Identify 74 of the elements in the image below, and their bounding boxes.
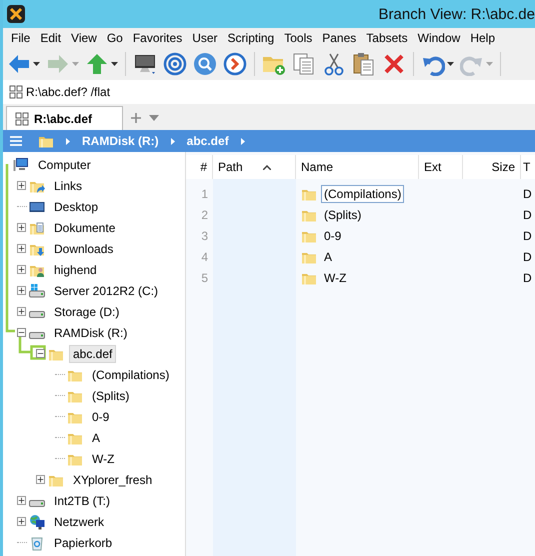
expander-icon[interactable]	[17, 517, 26, 526]
tree-item[interactable]: RAMDisk (R:)	[50, 324, 132, 342]
tree-item[interactable]: Int2TB (T:)	[50, 492, 114, 510]
expander-icon[interactable]	[17, 244, 26, 253]
tree-item[interactable]: (Splits)	[88, 386, 134, 404]
tree-item[interactable]: Server 2012R2 (C:)	[50, 282, 162, 300]
address-bar[interactable]: R:\abc.def? /flat	[3, 80, 535, 104]
menu-item[interactable]: Tabsets	[361, 30, 413, 44]
tree-item[interactable]: Dokumente	[50, 218, 120, 236]
window-title: Branch View: R:\abc.de	[378, 6, 535, 22]
caret-icon	[33, 62, 40, 66]
tree-item[interactable]: Downloads	[50, 240, 118, 258]
menu-item[interactable]: File	[6, 30, 36, 44]
tree-item[interactable]: (Compilations)	[88, 366, 174, 384]
tree-item[interactable]: A	[88, 428, 104, 446]
file-name[interactable]: A	[321, 248, 336, 266]
menu-item[interactable]: Go	[102, 30, 128, 44]
expander-icon[interactable]	[36, 349, 45, 358]
expander-icon[interactable]	[17, 181, 26, 190]
menu-icon[interactable]	[10, 136, 22, 146]
plus-icon[interactable]	[131, 113, 142, 123]
tab[interactable]: R:\abc.def	[6, 106, 124, 130]
file-name[interactable]: W-Z	[321, 268, 350, 286]
table-cell-text: D	[522, 186, 533, 200]
table-cell-text: D	[522, 250, 533, 264]
tree-item[interactable]: highend	[50, 260, 101, 278]
tree-item[interactable]: Storage (D:)	[50, 302, 124, 320]
menu-item[interactable]: Help	[465, 30, 500, 44]
menu-item[interactable]: User	[187, 30, 223, 44]
menu-item[interactable]: Scripting	[222, 30, 280, 44]
table-cell-text: D	[522, 208, 533, 222]
chevron-icon[interactable]	[240, 138, 245, 144]
row-number: 3	[200, 228, 209, 242]
caret-icon	[486, 62, 493, 66]
chevron-icon[interactable]	[66, 138, 70, 144]
caret-icon[interactable]	[149, 115, 160, 121]
branch-view-icon	[9, 85, 23, 99]
tree-item[interactable]: abc.def	[69, 344, 116, 362]
menu-item[interactable]: Panes	[317, 30, 362, 44]
menu-item[interactable]: View	[66, 30, 102, 44]
branch-view-icon	[15, 112, 29, 126]
caret-icon	[72, 62, 79, 66]
menu-item[interactable]: Window	[412, 30, 466, 44]
tree-item[interactable]: XYplorer_fresh	[69, 470, 156, 488]
tree-item[interactable]: Desktop	[50, 198, 102, 216]
tree-item[interactable]: W-Z	[88, 450, 118, 468]
caret-icon	[111, 62, 118, 66]
chevron-icon[interactable]	[170, 138, 175, 144]
caret-icon	[447, 62, 454, 66]
expander-icon[interactable]	[17, 265, 26, 274]
menu-item[interactable]: Edit	[35, 30, 66, 44]
tree-item[interactable]: 0-9	[88, 408, 114, 426]
table-cell-text: D	[522, 228, 533, 242]
expander-icon[interactable]	[36, 475, 45, 484]
file-name[interactable]: 0-9	[321, 226, 344, 244]
file-name[interactable]: (Compilations)	[321, 184, 404, 202]
row-number: 5	[200, 270, 209, 284]
expander-icon[interactable]	[17, 286, 26, 295]
expander-icon[interactable]	[17, 496, 26, 505]
file-name[interactable]: (Splits)	[321, 206, 364, 224]
app-icon	[7, 5, 25, 23]
expander-icon[interactable]	[17, 307, 26, 316]
tree-item[interactable]: Netzwerk	[50, 512, 108, 530]
row-number: 1	[200, 186, 209, 200]
row-number: 2	[200, 208, 209, 222]
menu-item[interactable]: Tools	[279, 30, 318, 44]
tree-item[interactable]: Papierkorb	[50, 534, 116, 552]
table-cell-text: D	[522, 270, 533, 284]
expander-icon[interactable]	[17, 223, 26, 232]
menu-item[interactable]: Favorites	[128, 30, 188, 44]
row-number: 4	[200, 250, 209, 264]
tree-item[interactable]: Links	[50, 176, 86, 194]
tree-item[interactable]: Computer	[34, 156, 95, 174]
expander-icon[interactable]	[17, 328, 26, 337]
